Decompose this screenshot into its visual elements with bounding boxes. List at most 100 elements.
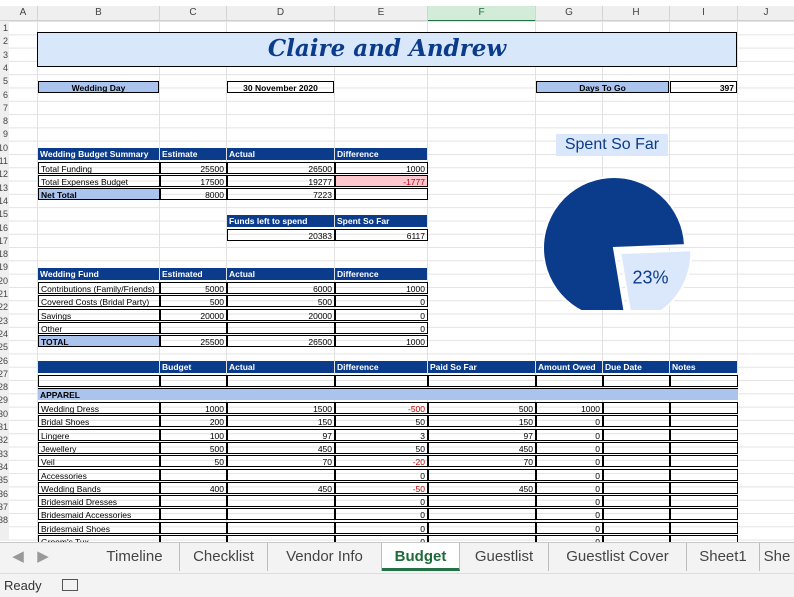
row-header[interactable]: 13 — [0, 182, 8, 194]
table-cell[interactable] — [227, 495, 335, 508]
fund-header[interactable]: Estimated — [160, 268, 226, 280]
table-cell[interactable]: 450 — [428, 441, 536, 454]
table-cell[interactable] — [603, 428, 670, 441]
table-cell[interactable]: Covered Costs (Bridal Party) — [38, 295, 160, 308]
table-cell[interactable] — [603, 415, 670, 428]
row-header[interactable]: 4 — [3, 62, 8, 74]
row-header[interactable]: 37 — [0, 501, 8, 513]
table-cell[interactable]: Other — [38, 321, 160, 334]
table-cell[interactable]: 25500 — [160, 162, 227, 174]
table-cell[interactable]: 50 — [335, 441, 428, 454]
table-cell[interactable] — [670, 375, 738, 387]
row-header[interactable]: 29 — [0, 394, 8, 406]
table-cell[interactable]: 70 — [227, 455, 335, 468]
table-cell[interactable] — [227, 521, 335, 534]
tab-budget[interactable]: Budget — [382, 543, 460, 571]
row-header[interactable]: 14 — [0, 195, 8, 207]
table-cell[interactable] — [38, 375, 160, 387]
funds-left-value[interactable]: 20383 — [227, 229, 335, 241]
table-cell[interactable] — [160, 521, 227, 534]
table-cell[interactable]: 500 — [428, 402, 536, 414]
days-to-go-label[interactable]: Days To Go — [536, 81, 669, 93]
table-cell[interactable]: -1777 — [335, 175, 428, 187]
table-cell[interactable]: 1000 — [335, 162, 428, 174]
table-cell[interactable] — [603, 402, 670, 414]
table-cell[interactable]: 6000 — [227, 282, 335, 294]
row-header[interactable]: 21 — [0, 288, 8, 300]
table-cell[interactable]: 97 — [428, 428, 536, 441]
expense-header[interactable]: Actual — [227, 361, 334, 373]
column-header-b[interactable]: B — [38, 6, 160, 20]
column-header-h[interactable]: H — [603, 6, 670, 20]
table-cell[interactable] — [536, 375, 603, 387]
table-cell[interactable] — [670, 415, 738, 428]
table-cell[interactable] — [670, 402, 738, 414]
fund-header[interactable]: Actual — [227, 268, 334, 280]
table-cell[interactable] — [227, 468, 335, 481]
table-cell[interactable]: 0 — [335, 295, 428, 308]
table-cell[interactable]: 20000 — [160, 308, 227, 321]
scroll-right-icon[interactable]: ▶ — [33, 543, 53, 571]
table-cell[interactable]: 97 — [227, 428, 335, 441]
table-cell[interactable]: 1500 — [227, 402, 335, 414]
table-cell[interactable]: 150 — [227, 415, 335, 428]
row-header[interactable]: 30 — [0, 408, 8, 420]
row-header[interactable]: 6 — [3, 89, 8, 101]
table-cell[interactable]: 0 — [536, 415, 603, 428]
row-header[interactable]: 34 — [0, 461, 8, 473]
tab-guestlist-cover[interactable]: Guestlist Cover — [549, 543, 687, 571]
table-cell[interactable] — [670, 481, 738, 494]
table-cell[interactable] — [603, 375, 670, 387]
table-cell[interactable] — [160, 321, 227, 334]
table-cell[interactable] — [428, 468, 536, 481]
table-cell[interactable]: -50 — [335, 481, 428, 494]
table-cell[interactable]: Savings — [38, 308, 160, 321]
table-cell[interactable]: 50 — [160, 455, 227, 468]
table-cell[interactable] — [428, 495, 536, 508]
table-cell[interactable] — [428, 508, 536, 521]
expense-header[interactable]: Amount Owed — [536, 361, 602, 373]
table-cell[interactable] — [160, 495, 227, 508]
table-cell[interactable]: Veil — [38, 455, 160, 468]
accessibility-icon[interactable] — [62, 579, 78, 591]
tab-checklist[interactable]: Checklist — [180, 543, 268, 571]
table-cell[interactable]: Contributions (Family/Friends) — [38, 282, 160, 294]
row-header[interactable]: 17 — [0, 235, 8, 247]
table-cell[interactable] — [335, 188, 428, 200]
spent-so-far-header[interactable]: Spent So Far — [335, 215, 427, 227]
tab-timeline[interactable]: Timeline — [90, 543, 180, 571]
row-header[interactable]: 16 — [0, 222, 8, 234]
table-cell[interactable]: Accessories — [38, 468, 160, 481]
table-cell[interactable]: 5000 — [160, 282, 227, 294]
days-to-go-value[interactable]: 397 — [670, 81, 737, 93]
row-header[interactable]: 33 — [0, 448, 8, 460]
table-cell[interactable]: 150 — [428, 415, 536, 428]
table-cell[interactable] — [428, 375, 536, 387]
row-header[interactable]: 1 — [3, 22, 8, 34]
row-header[interactable]: 36 — [0, 488, 8, 500]
table-cell[interactable]: 0 — [335, 508, 428, 521]
column-header-j[interactable]: J — [738, 6, 794, 20]
table-cell[interactable]: Lingere — [38, 428, 160, 441]
table-cell[interactable]: 0 — [536, 428, 603, 441]
table-cell[interactable] — [160, 468, 227, 481]
table-cell[interactable] — [603, 495, 670, 508]
table-cell[interactable]: 19277 — [227, 175, 335, 187]
page-title[interactable]: Claire and Andrew — [37, 32, 737, 67]
table-cell[interactable]: Total Funding — [38, 162, 160, 174]
expense-header[interactable]: Difference — [335, 361, 427, 373]
table-cell[interactable]: 26500 — [227, 335, 335, 348]
table-cell[interactable]: Net Total — [38, 188, 160, 200]
table-cell[interactable]: 450 — [428, 481, 536, 494]
summary-header[interactable]: Wedding Budget Summary — [38, 148, 159, 160]
table-cell[interactable]: 70 — [428, 455, 536, 468]
table-cell[interactable] — [227, 375, 335, 387]
fund-header[interactable]: Difference — [335, 268, 427, 280]
table-cell[interactable]: Wedding Dress — [38, 402, 160, 414]
expense-header[interactable]: Due Date — [603, 361, 669, 373]
table-cell[interactable] — [670, 468, 738, 481]
table-cell[interactable]: 0 — [335, 521, 428, 534]
row-header[interactable]: 28 — [0, 381, 8, 393]
table-cell[interactable]: 450 — [227, 481, 335, 494]
row-header[interactable]: 8 — [3, 115, 8, 127]
